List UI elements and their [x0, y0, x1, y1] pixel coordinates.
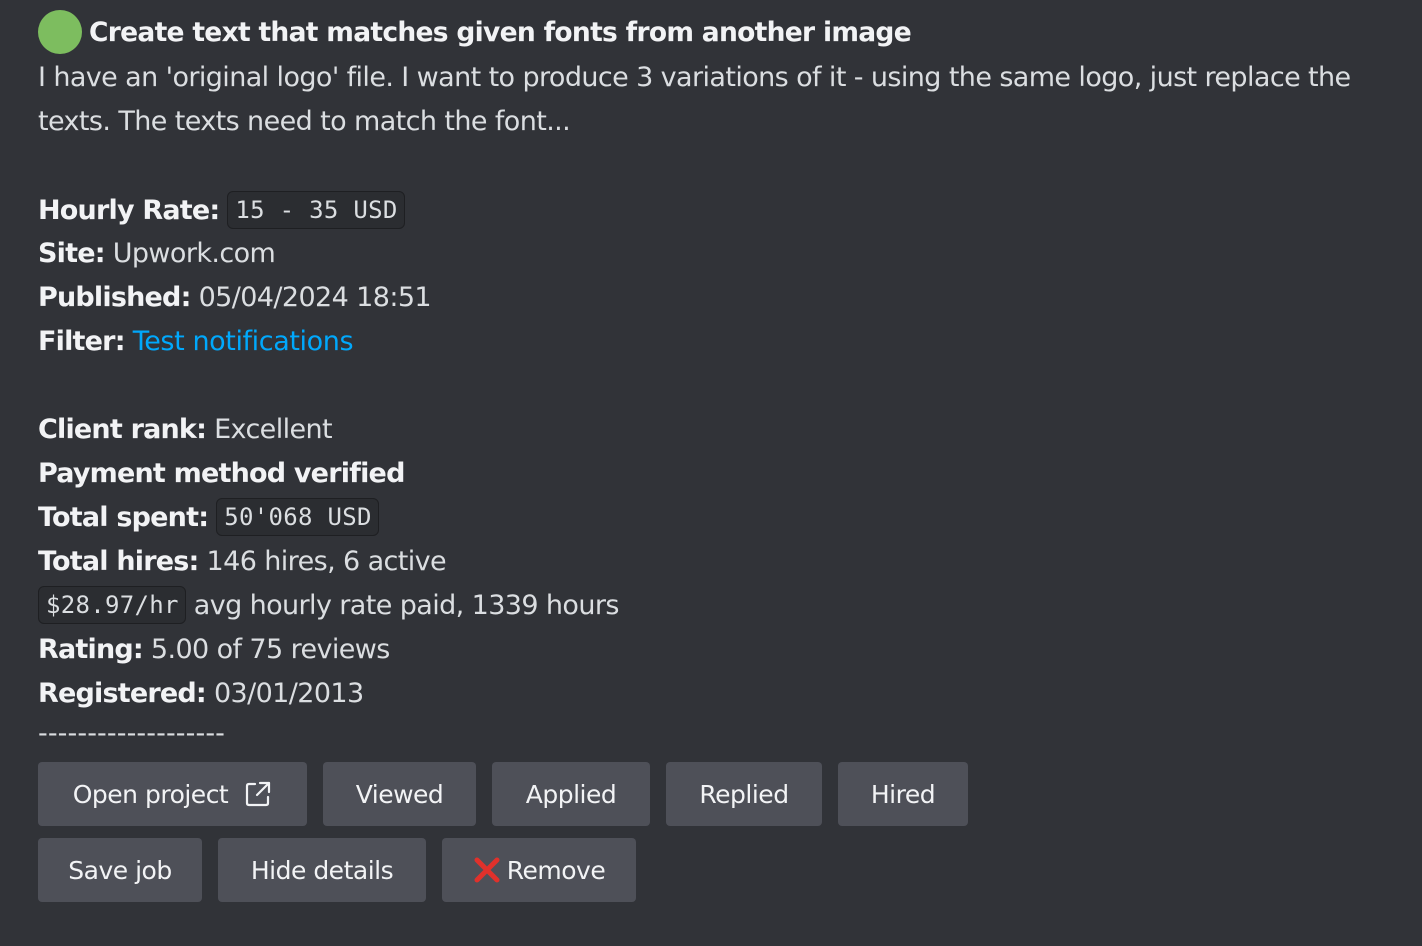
registered-label: Registered:: [38, 677, 207, 709]
open-project-label: Open project: [72, 779, 229, 809]
registered-value: 03/01/2013: [213, 677, 364, 709]
hourly-rate-label: Hourly Rate:: [38, 194, 220, 226]
filter-link[interactable]: Test notifications: [133, 326, 354, 357]
rating-row: Rating: 5.00 of 75 reviews: [38, 627, 390, 671]
hourly-rate-row: Hourly Rate: 15 - 35 USD: [38, 188, 405, 232]
green-circle-icon: [38, 10, 82, 54]
avg-rate-value: $28.97/hr: [38, 586, 186, 624]
replied-label: Replied: [699, 779, 789, 809]
published-row: Published: 05/04/2024 18:51: [38, 275, 432, 319]
job-title: Create text that matches given fonts fro…: [89, 16, 912, 48]
save-job-button[interactable]: Save job: [38, 838, 202, 902]
rating-label: Rating:: [38, 633, 144, 665]
total-hires-value: 146 hires, 6 active: [206, 545, 447, 577]
applied-button[interactable]: Applied: [492, 762, 650, 826]
hired-button[interactable]: Hired: [838, 762, 968, 826]
client-rank-row: Client rank: Excellent: [38, 407, 333, 451]
hide-details-label: Hide details: [250, 855, 394, 885]
total-spent-label: Total spent:: [38, 501, 209, 533]
payment-verified-row: Payment method verified: [38, 451, 405, 495]
filter-row: Filter: Test notifications: [38, 319, 354, 363]
job-notification-message: Create text that matches given fonts fro…: [0, 0, 1422, 946]
registered-row: Registered: 03/01/2013: [38, 671, 364, 715]
rating-value: 5.00 of 75 reviews: [150, 633, 390, 665]
save-job-label: Save job: [68, 855, 172, 885]
filter-label: Filter:: [38, 325, 125, 357]
payment-verified-text: Payment method verified: [38, 457, 405, 489]
replied-button[interactable]: Replied: [666, 762, 822, 826]
site-value: Upwork.com: [112, 237, 276, 269]
avg-rate-row: $28.97/hr avg hourly rate paid, 1339 hou…: [38, 583, 619, 627]
open-project-button[interactable]: Open project: [38, 762, 307, 826]
remove-label: Remove: [506, 855, 606, 885]
total-spent-row: Total spent: 50'068 USD: [38, 495, 379, 539]
hourly-rate-value: 15 - 35 USD: [227, 191, 405, 229]
published-value: 05/04/2024 18:51: [198, 281, 432, 313]
external-link-icon: [244, 780, 272, 808]
remove-button[interactable]: Remove: [442, 838, 636, 902]
separator: -------------------: [38, 718, 226, 749]
total-spent-value: 50'068 USD: [216, 498, 379, 536]
client-rank-value: Excellent: [214, 413, 333, 445]
job-description: I have an 'original logo' file. I want t…: [38, 62, 1351, 137]
message-title-row: Create text that matches given fonts fro…: [38, 10, 912, 54]
red-x-icon: [473, 856, 501, 884]
site-label: Site:: [38, 237, 106, 269]
viewed-label: Viewed: [355, 779, 444, 809]
site-row: Site: Upwork.com: [38, 231, 276, 275]
published-label: Published:: [38, 281, 191, 313]
client-rank-label: Client rank:: [38, 413, 207, 445]
viewed-button[interactable]: Viewed: [323, 762, 476, 826]
hide-details-button[interactable]: Hide details: [218, 838, 426, 902]
avg-rate-text: avg hourly rate paid, 1339 hours: [193, 589, 620, 621]
total-hires-row: Total hires: 146 hires, 6 active: [38, 539, 447, 583]
hired-label: Hired: [870, 779, 936, 809]
applied-label: Applied: [525, 779, 617, 809]
total-hires-label: Total hires:: [38, 545, 199, 577]
